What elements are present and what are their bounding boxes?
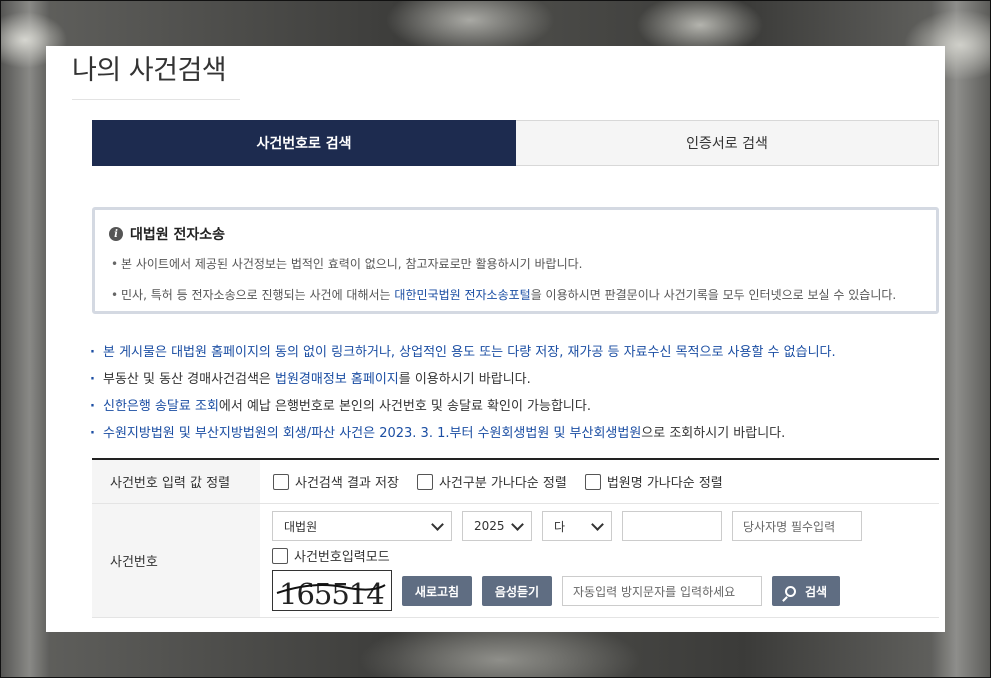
case-type-sort-label: 사건구분 가나다순 정렬 bbox=[438, 476, 567, 491]
checkbox-box[interactable] bbox=[273, 473, 289, 490]
info-icon: i bbox=[109, 227, 123, 241]
case-search-form: 사건번호 입력 값 정렬 사건검색 결과 저장 사건구분 가나다순 정렬 법원명… bbox=[92, 458, 939, 618]
case-type-sort-checkbox[interactable]: 사건구분 가나다순 정렬 bbox=[416, 472, 567, 491]
year-select-value: 2025 bbox=[474, 519, 505, 533]
case-number-row: 사건번호 대법원 2025 다 당사자명 필수입력 사건번호입력모드 16551… bbox=[92, 504, 939, 618]
audio-captcha-button[interactable]: 음성듣기 bbox=[482, 576, 552, 606]
court-select-value: 대법원 bbox=[284, 519, 318, 534]
case-type-select-value: 다 bbox=[554, 519, 566, 534]
search-button-label: 검색 bbox=[804, 584, 828, 599]
checkbox-box[interactable] bbox=[584, 473, 601, 490]
year-select[interactable]: 2025 bbox=[462, 511, 532, 541]
e-litigation-portal-link[interactable]: 대한민국법원 전자소송포털 bbox=[394, 288, 530, 302]
notice-title: 대법원 전자소송 bbox=[130, 227, 226, 243]
title-divider bbox=[72, 99, 240, 100]
input-mode-label: 사건번호입력모드 bbox=[294, 550, 390, 565]
captcha-input[interactable]: 자동입력 방지문자를 입력하세요 bbox=[562, 576, 762, 606]
tab-certificate-search[interactable]: 인증서로 검색 bbox=[516, 120, 939, 166]
guide-item-2-post: 를 이용하시기 바랍니다. bbox=[398, 372, 531, 387]
sort-options: 사건검색 결과 저장 사건구분 가나다순 정렬 법원명 가나다순 정렬 bbox=[260, 460, 939, 503]
chevron-down-icon bbox=[591, 518, 604, 531]
court-name-sort-checkbox[interactable]: 법원명 가나다순 정렬 bbox=[584, 472, 723, 491]
guide-item-1-text: 본 게시물은 대법원 홈페이지의 동의 없이 링크하거나, 상업적인 용도 또는… bbox=[103, 345, 836, 360]
notice-line-2-post: 을 이용하시면 판결문이나 사건기록을 모두 인터넷으로 보실 수 있습니다. bbox=[530, 288, 897, 302]
guide-item-3: · 신한은행 송달료 조회에서 예납 은행번호로 본인의 사건번호 및 송달료 확… bbox=[90, 399, 591, 414]
save-results-label: 사건검색 결과 저장 bbox=[295, 476, 399, 491]
sort-options-row: 사건번호 입력 값 정렬 사건검색 결과 저장 사건구분 가나다순 정렬 법원명… bbox=[92, 460, 939, 504]
notice-box: i 대법원 전자소송 • 본 사이트에서 제공된 사건정보는 법적인 효력이 없으… bbox=[92, 207, 939, 314]
notice-line-2-pre: 민사, 특허 등 전자소송으로 진행되는 사건에 대해서는 bbox=[121, 288, 395, 302]
guide-item-4: · 수원지방법원 및 부산지방법원의 회생/파산 사건은 2023. 3. 1.부… bbox=[90, 426, 786, 441]
case-type-select[interactable]: 다 bbox=[542, 511, 612, 541]
party-name-input[interactable]: 당사자명 필수입력 bbox=[732, 511, 862, 541]
tab-case-number-search[interactable]: 사건번호로 검색 bbox=[92, 120, 516, 166]
chevron-down-icon bbox=[431, 518, 444, 531]
guide-item-3-post: 에서 예납 은행번호로 본인의 사건번호 및 송달료 확인이 가능합니다. bbox=[218, 399, 591, 414]
notice-line-1: • 본 사이트에서 제공된 사건정보는 법적인 효력이 없으니, 참고자료로만 활… bbox=[111, 257, 583, 271]
checkbox-box[interactable] bbox=[272, 547, 288, 564]
captcha-image: 165514 bbox=[272, 570, 392, 611]
checkbox-box[interactable] bbox=[416, 473, 433, 490]
court-auction-link[interactable]: 법원경매정보 홈페이지 bbox=[275, 372, 399, 387]
refresh-captcha-button[interactable]: 새로고침 bbox=[402, 576, 472, 606]
case-number-input[interactable] bbox=[622, 511, 722, 541]
court-select[interactable]: 대법원 bbox=[272, 511, 452, 541]
guide-item-2-pre: 부동산 및 동산 경매사건검색은 bbox=[103, 372, 276, 387]
shinhan-fee-link[interactable]: 신한은행 송달료 조회 bbox=[103, 399, 219, 414]
page-title: 나의 사건검색 bbox=[72, 55, 227, 86]
save-results-checkbox[interactable]: 사건검색 결과 저장 bbox=[273, 472, 399, 491]
search-tabs: 사건번호로 검색 인증서로 검색 bbox=[92, 120, 939, 166]
search-button[interactable]: 검색 bbox=[772, 576, 840, 606]
case-number-fields: 대법원 2025 다 당사자명 필수입력 사건번호입력모드 165514 새로고… bbox=[260, 504, 939, 617]
sort-options-label: 사건번호 입력 값 정렬 bbox=[92, 460, 260, 503]
guide-item-4-post: 으로 조회하시기 바랍니다. bbox=[641, 426, 786, 441]
captcha-text: 165514 bbox=[279, 577, 384, 611]
guide-item-2: · 부동산 및 동산 경매사건검색은 법원경매정보 홈페이지를 이용하시기 바랍니… bbox=[90, 372, 531, 387]
search-icon bbox=[784, 585, 796, 597]
guide-list: · 본 게시물은 대법원 홈페이지의 동의 없이 링크하거나, 상업적인 용도 또… bbox=[90, 339, 836, 447]
guide-item-1: · 본 게시물은 대법원 홈페이지의 동의 없이 링크하거나, 상업적인 용도 또… bbox=[90, 345, 836, 360]
guide-item-4-pre: 수원지방법원 및 부산지방법원의 회생/파산 사건은 2023. 3. 1.부터 bbox=[103, 426, 478, 441]
search-panel: 나의 사건검색 사건번호로 검색 인증서로 검색 i 대법원 전자소송 • 본 사… bbox=[46, 46, 945, 632]
chevron-down-icon bbox=[511, 518, 524, 531]
notice-header: i 대법원 전자소송 bbox=[109, 224, 922, 244]
rehabilitation-court-link[interactable]: 수원회생법원 및 부산회생법원 bbox=[478, 426, 642, 441]
case-number-label: 사건번호 bbox=[92, 504, 260, 617]
notice-line-1-text: 본 사이트에서 제공된 사건정보는 법적인 효력이 없으니, 참고자료로만 활용… bbox=[121, 257, 583, 271]
notice-line-2: • 민사, 특허 등 전자소송으로 진행되는 사건에 대해서는 대한민국법원 전자… bbox=[111, 288, 897, 302]
input-mode-checkbox[interactable]: 사건번호입력모드 bbox=[272, 546, 390, 565]
court-name-sort-label: 법원명 가나다순 정렬 bbox=[606, 476, 723, 491]
